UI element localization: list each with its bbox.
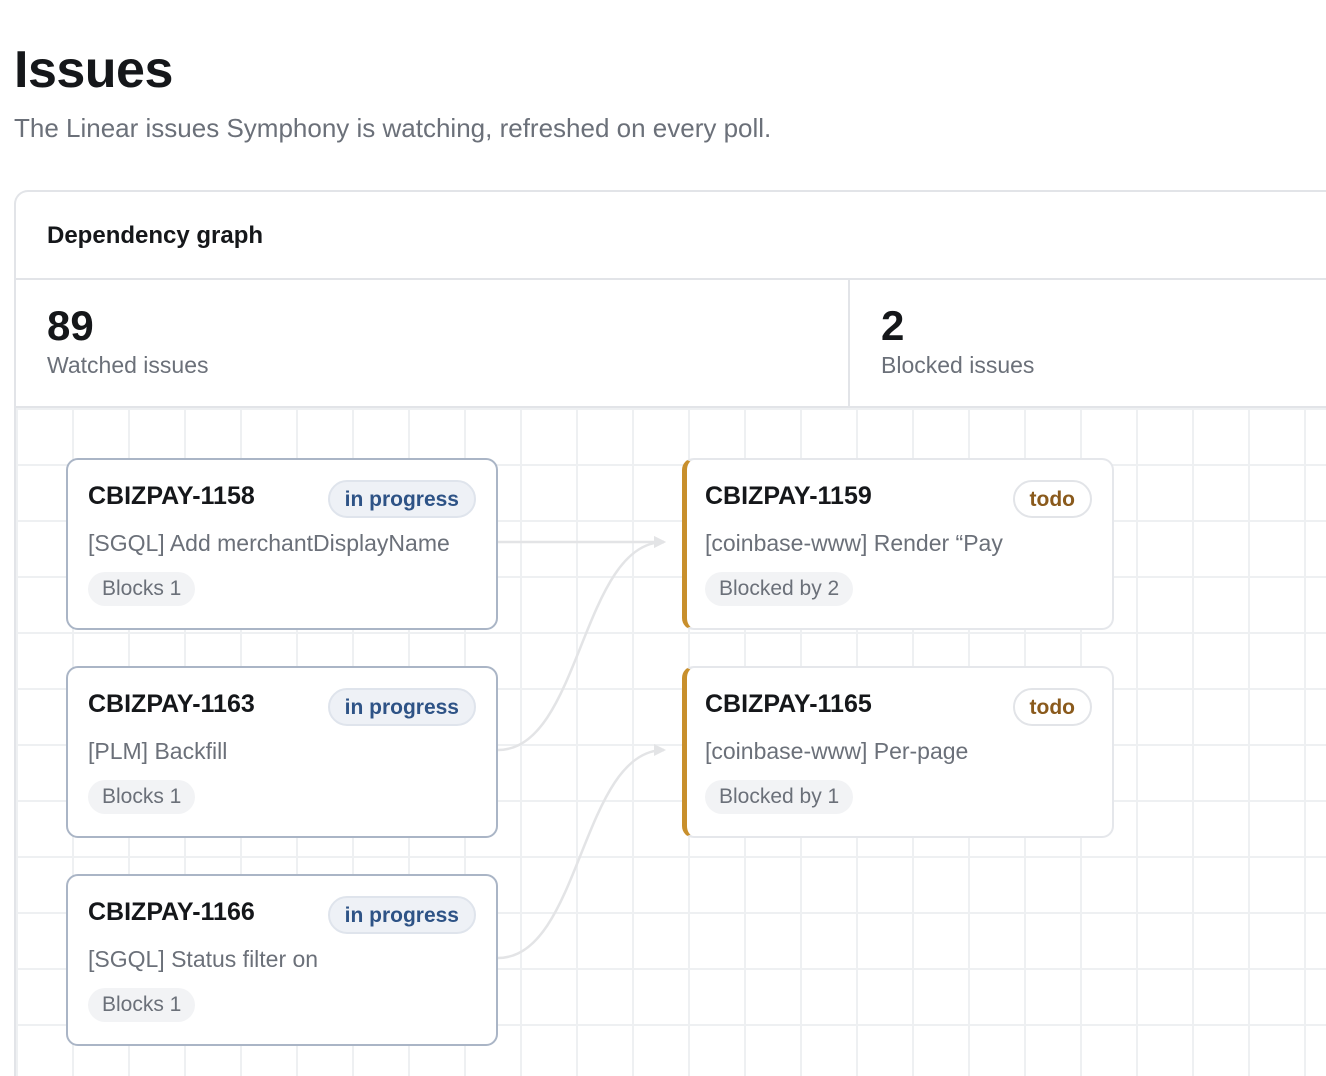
blocked-by-tag: Blocked by 2 [705, 572, 854, 606]
issue-title: [PLM] Backfill [88, 738, 228, 764]
status-badge: in progress [327, 480, 476, 518]
issue-title: [coinbase-www] Render “Pay [705, 530, 1003, 556]
stat-label: Blocked issues [881, 352, 1035, 378]
blocks-count-tag: Blocks 1 [88, 780, 196, 814]
issue-id: CBIZPAY-1158 [88, 482, 255, 510]
stat-label: Watched issues [47, 352, 209, 378]
issue-id: CBIZPAY-1166 [88, 898, 255, 926]
dependency-graph-panel: Dependency graph 89 Watched issues 2 Blo… [14, 190, 1326, 1076]
stat-blocked-issues: 2 Blocked issues [850, 280, 1326, 406]
issue-node-cbizpay-1166[interactable]: CBIZPAY-1166 in progress [SGQL] Status f… [66, 874, 498, 1046]
stat-value: 89 [47, 302, 94, 349]
graph-canvas: CBIZPAY-1158 in progress [SGQL] Add merc… [16, 408, 1326, 1076]
stat-value: 2 [881, 302, 905, 349]
status-badge: todo [1012, 688, 1092, 726]
issue-title: [coinbase-www] Per-page [705, 738, 969, 764]
issue-title: [SGQL] Status filter on [88, 946, 319, 972]
status-badge: in progress [327, 896, 476, 934]
panel-header: Dependency graph [16, 192, 1326, 280]
status-badge: todo [1012, 480, 1092, 518]
blocked-by-tag: Blocked by 1 [705, 780, 854, 814]
stat-watched-issues: 89 Watched issues [16, 280, 850, 406]
panel-title: Dependency graph [47, 222, 264, 249]
issue-node-cbizpay-1159[interactable]: CBIZPAY-1159 todo [coinbase-www] Render … [682, 458, 1114, 630]
status-badge: in progress [327, 688, 476, 726]
issue-title: [SGQL] Add merchantDisplayName [88, 530, 450, 556]
blocks-count-tag: Blocks 1 [88, 988, 196, 1022]
issue-id: CBIZPAY-1159 [705, 482, 872, 510]
issue-node-cbizpay-1163[interactable]: CBIZPAY-1163 in progress [PLM] Backfill … [66, 666, 498, 838]
page-subtitle: The Linear issues Symphony is watching, … [14, 113, 772, 143]
issue-id: CBIZPAY-1165 [705, 690, 872, 718]
stats-row: 89 Watched issues 2 Blocked issues [16, 280, 1326, 408]
issue-node-cbizpay-1165[interactable]: CBIZPAY-1165 todo [coinbase-www] Per-pag… [682, 666, 1114, 838]
edge-1163-to-1159 [497, 536, 666, 752]
blocks-count-tag: Blocks 1 [88, 572, 196, 606]
issue-node-cbizpay-1158[interactable]: CBIZPAY-1158 in progress [SGQL] Add merc… [66, 458, 498, 630]
edge-1166-to-1165 [497, 744, 666, 960]
issue-id: CBIZPAY-1163 [88, 690, 255, 718]
page-title: Issues [14, 41, 173, 99]
